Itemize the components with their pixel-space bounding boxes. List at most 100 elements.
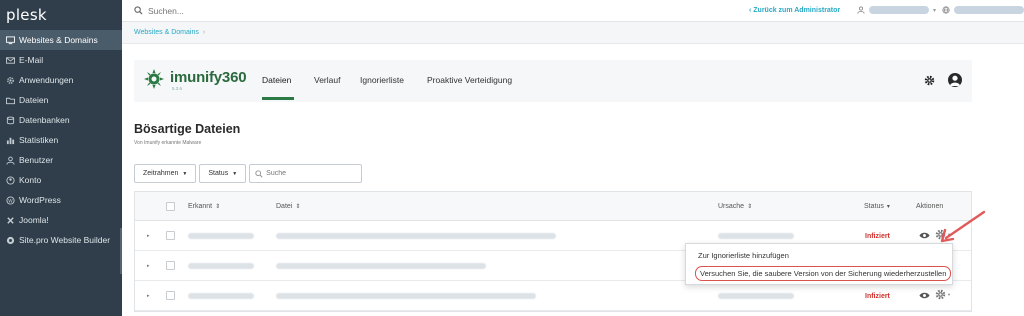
subscription-menu[interactable]: ▾ — [942, 6, 1024, 14]
sidebar-item-wordpress[interactable]: W WordPress — [0, 190, 122, 210]
tab-proaktive-verteidigung[interactable]: Proaktive Verteidigung — [427, 75, 512, 85]
user-icon — [857, 6, 865, 14]
avatar[interactable] — [948, 73, 962, 87]
expand-row-icon[interactable]: ▸ — [147, 293, 150, 299]
column-status[interactable]: Status ▾ — [864, 203, 890, 210]
sort-icon: ▾ — [886, 204, 890, 210]
select-all-checkbox[interactable] — [166, 202, 175, 211]
search-icon — [255, 169, 263, 178]
sitepro-icon — [5, 235, 15, 245]
expand-row-icon[interactable]: ▸ — [147, 233, 150, 239]
sidebar-item-label: WordPress — [19, 195, 61, 205]
user-menu[interactable]: ▾ — [857, 6, 936, 14]
breadcrumb-item[interactable]: Websites & Domains › — [134, 29, 205, 36]
table-search — [249, 164, 363, 183]
row-checkbox[interactable] — [166, 261, 175, 270]
breadcrumb: Websites & Domains › — [122, 22, 1024, 44]
sidebar-item-datenbanken[interactable]: Datenbanken — [0, 110, 122, 130]
sidebar-item-label: Joomla! — [19, 215, 49, 225]
sidebar-item-label: E-Mail — [19, 55, 44, 65]
sort-icon: ⇕ — [215, 204, 221, 210]
subscription-name-blurred — [954, 6, 1024, 14]
zeitrahmen-filter-button[interactable]: Zeitrahmen ▼ — [134, 164, 197, 183]
column-ursache[interactable]: Ursache ⇕ — [718, 203, 752, 210]
detected-date-blurred — [188, 293, 254, 299]
imunify-version: 5.3.6 — [172, 86, 183, 91]
table-search-input[interactable] — [266, 170, 357, 177]
sidebar-item-statistiken[interactable]: Statistiken — [0, 130, 122, 150]
menu-item-add-to-ignore-list[interactable]: Zur Ignorierliste hinzufügen — [698, 251, 789, 260]
folder-icon — [5, 95, 15, 105]
page-title: Bösartige Dateien — [134, 122, 241, 136]
sidebar-item-joomla[interactable]: Joomla! — [0, 210, 122, 230]
tab-verlauf[interactable]: Verlauf — [314, 75, 340, 85]
column-erkannt[interactable]: Erkannt ⇕ — [188, 203, 220, 210]
back-to-admin-link[interactable]: ‹ Zurück zum Administrator — [749, 7, 840, 14]
sidebar-item-benutzer[interactable]: Benutzer — [0, 150, 122, 170]
plesk-logo[interactable]: plesk — [0, 0, 122, 30]
sidebar-item-label: Anwendungen — [19, 75, 74, 85]
account-icon — [5, 175, 15, 185]
table-row[interactable]: ▸ Infiziert ▼ — [135, 281, 971, 311]
file-path-blurred — [276, 233, 556, 239]
status-filter-button[interactable]: Status ▼ — [199, 164, 247, 183]
svg-text:W: W — [8, 198, 13, 204]
tab-ignorierliste[interactable]: Ignorierliste — [360, 75, 404, 85]
filter-bar: Zeitrahmen ▼ Status ▼ — [134, 164, 363, 183]
settings-gear-icon[interactable] — [924, 75, 935, 86]
chevron-down-icon[interactable]: ▼ — [947, 292, 951, 297]
tab-dateien[interactable]: Dateien — [262, 75, 291, 85]
joomla-icon — [5, 215, 15, 225]
sidebar-item-label: Dateien — [19, 95, 49, 105]
sidebar-item-label: Konto — [19, 175, 42, 185]
user-name-blurred — [869, 6, 929, 14]
sidebar-item-label: Datenbanken — [19, 115, 70, 125]
menu-item-restore-clean-version[interactable]: Versuchen Sie, die saubere Version von d… — [695, 266, 952, 281]
detected-date-blurred — [188, 233, 254, 239]
table-header: Erkannt ⇕ Datei ⇕ Ursache ⇕ Status ▾ Aktione… — [135, 192, 971, 221]
sort-icon: ⇕ — [747, 204, 753, 210]
reason-blurred — [718, 233, 794, 239]
sidebar-item-label: Benutzer — [19, 155, 54, 165]
sidebar-item-konto[interactable]: Konto — [0, 170, 122, 190]
chevron-down-icon: ▼ — [232, 170, 238, 177]
detected-date-blurred — [188, 263, 254, 269]
sort-icon: ⇕ — [295, 204, 301, 210]
mail-icon — [5, 55, 15, 65]
sidebar-item-anwendungen[interactable]: Anwendungen — [0, 70, 122, 90]
wordpress-icon: W — [5, 195, 15, 205]
sidebar-item-label: Websites & Domains — [19, 35, 98, 45]
chevron-down-icon: ▾ — [933, 7, 937, 14]
sidebar-item-email[interactable]: E-Mail — [0, 50, 122, 70]
database-icon — [5, 115, 15, 125]
sidebar: plesk Websites & Domains E-Mail Anwendun… — [0, 0, 122, 316]
expand-row-icon[interactable]: ▸ — [147, 263, 150, 269]
global-search-input[interactable] — [148, 5, 348, 16]
sidebar-item-dateien[interactable]: Dateien — [0, 90, 122, 110]
sidebar-item-sitepro[interactable]: Site.pro Website Builder — [0, 230, 122, 250]
imunify-logo-icon — [144, 69, 164, 89]
annotation-arrow-icon — [940, 210, 986, 243]
top-bar: ‹ Zurück zum Administrator ▾ ▾ — [122, 0, 1024, 22]
sidebar-item-label: Site.pro Website Builder — [19, 235, 111, 245]
sidebar-item-websites-domains[interactable]: Websites & Domains — [0, 30, 122, 50]
file-path-blurred — [276, 263, 486, 269]
actions-gear-icon[interactable] — [935, 289, 946, 300]
column-datei[interactable]: Datei ⇕ — [276, 203, 300, 210]
chevron-down-icon: ▼ — [182, 170, 188, 177]
search-icon — [134, 6, 143, 15]
sidebar-nav: Websites & Domains E-Mail Anwendungen Da… — [0, 30, 122, 250]
view-eye-icon[interactable] — [919, 291, 930, 300]
row-checkbox[interactable] — [166, 231, 175, 240]
active-tab-indicator — [262, 97, 294, 100]
reason-blurred — [718, 293, 794, 299]
status-badge: Infiziert — [865, 233, 890, 240]
status-badge: Infiziert — [865, 293, 890, 300]
row-checkbox[interactable] — [166, 291, 175, 300]
monitor-icon — [5, 35, 15, 45]
file-path-blurred — [276, 293, 536, 299]
view-eye-icon[interactable] — [919, 231, 930, 240]
gear-icon — [5, 75, 15, 85]
imunify-brand: imunify360 — [170, 69, 247, 86]
row-actions-menu: Zur Ignorierliste hinzufügen Versuchen S… — [685, 243, 953, 285]
